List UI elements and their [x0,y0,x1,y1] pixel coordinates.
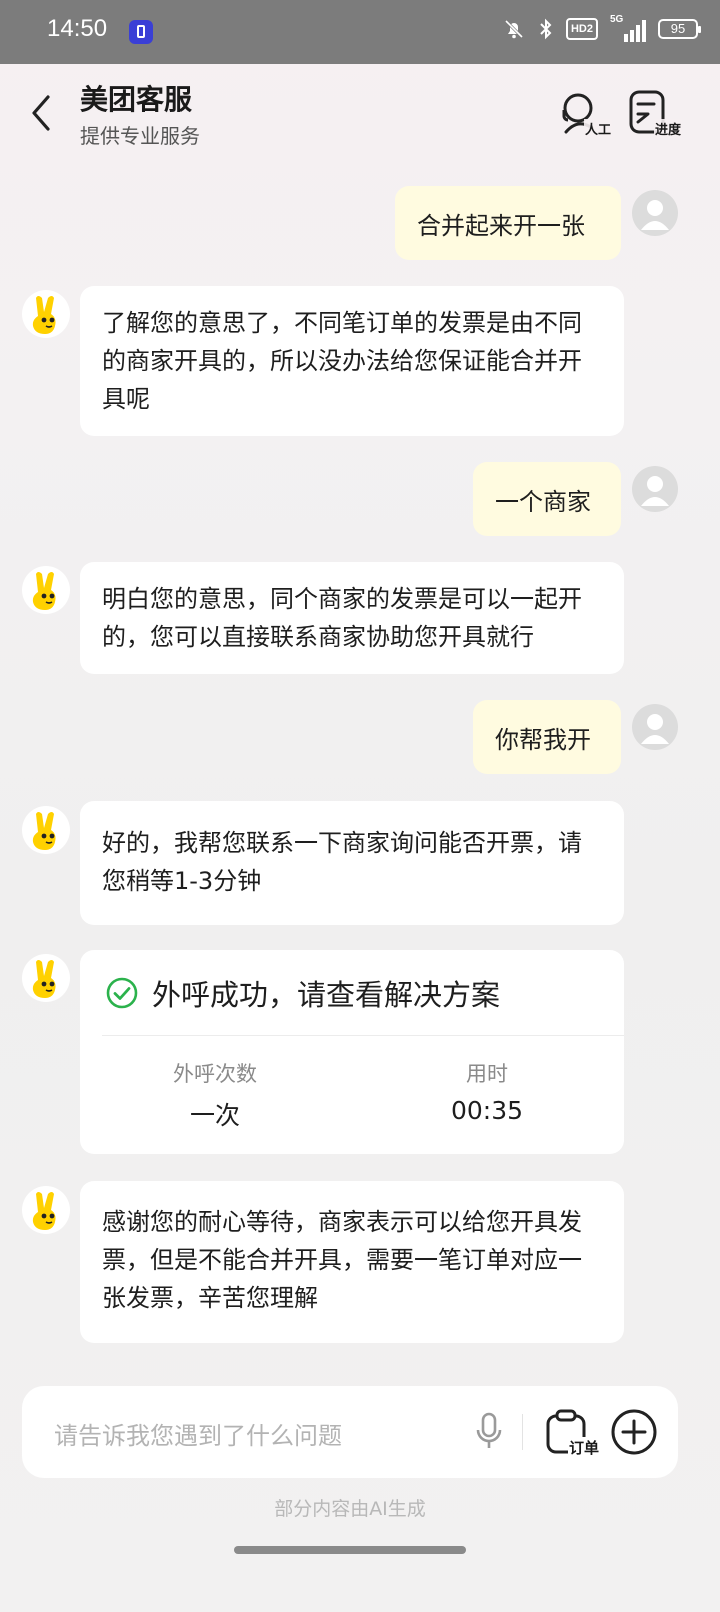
user-silhouette-icon [641,714,669,744]
duration-value: 00:35 [450,1096,524,1125]
human-agent-button[interactable]: 人工 [556,88,612,138]
kangaroo-mascot-icon [32,296,56,334]
bot-avatar [22,1186,70,1234]
check-circle-icon [106,977,138,1009]
card-header: 外呼成功，请查看解决方案 [106,972,500,1014]
status-time: 14:50 [47,15,108,42]
microphone-icon[interactable] [474,1410,504,1454]
order-button[interactable]: 订单 [544,1408,600,1458]
app-notification-icon [129,20,153,44]
status-icons: HD2 5G 95 [502,14,701,42]
call-count-value: 一次 [189,1101,240,1130]
message-text: 感谢您的耐心等待，商家表示可以给您开具发票，但是不能合并开具，需要一笔订单对应一… [102,1208,582,1312]
duration-label: 用时 [466,1062,508,1086]
user-message: 你帮我开 [473,700,621,774]
message-text: 一个商家 [495,487,591,516]
user-silhouette-icon [641,200,669,230]
call-result-card[interactable]: 外呼成功，请查看解决方案 外呼次数 一次 用时 00:35 [80,950,624,1154]
message-text: 你帮我开 [495,725,591,754]
bot-message: 明白您的意思，同个商家的发票是可以一起开的，您可以直接联系商家协助您开具就行 [80,562,624,674]
page-title: 美团客服 [80,83,193,116]
bot-avatar [22,806,70,854]
bot-message: 了解您的意思了，不同笔订单的发票是由不同的商家开具的，所以没办法给您保证能合并开… [80,286,624,436]
duration-stat: 用时 00:35 [377,1058,597,1125]
call-count-stat: 外呼次数 一次 [105,1058,325,1132]
hd-badge: HD2 [565,18,598,40]
bot-avatar [22,290,70,338]
battery-icon: 95 [658,19,701,39]
chat-input-bar: 请告诉我您遇到了什么问题 订单 [22,1386,678,1478]
network-type: 5G [610,14,624,25]
user-message: 合并起来开一张 [395,186,621,260]
plus-icon[interactable] [610,1408,658,1456]
message-text: 好的，我帮您联系一下商家询问能否开票，请您稍等1-3分钟 [102,829,582,895]
signal-icon: 5G [610,14,646,42]
message-text: 明白您的意思，同个商家的发票是可以一起开的，您可以直接联系商家协助您开具就行 [102,585,582,651]
page-subtitle: 提供专业服务 [80,124,200,148]
bot-avatar [22,954,70,1002]
user-avatar[interactable] [632,704,678,750]
ai-disclaimer: 部分内容由AI生成 [274,1498,426,1520]
card-title: 外呼成功，请查看解决方案 [152,978,501,1012]
user-avatar[interactable] [632,466,678,512]
human-agent-label: 人工 [583,119,612,138]
kangaroo-mascot-icon [32,1192,56,1230]
mute-bell-icon [504,19,524,39]
status-bar: 14:50 HD2 5G 95 [0,0,720,64]
kangaroo-mascot-icon [32,812,56,850]
progress-label: 进度 [653,119,682,138]
bot-message: 感谢您的耐心等待，商家表示可以给您开具发票，但是不能合并开具，需要一笔订单对应一… [80,1181,624,1343]
bot-avatar [22,566,70,614]
order-label: 订单 [567,1437,600,1458]
kangaroo-mascot-icon [32,572,56,610]
home-indicator[interactable] [234,1546,466,1554]
message-text: 合并起来开一张 [417,211,585,240]
progress-button[interactable]: 进度 [626,88,682,138]
user-message: 一个商家 [473,462,621,536]
user-avatar[interactable] [632,190,678,236]
bot-message: 好的，我帮您联系一下商家询问能否开票，请您稍等1-3分钟 [80,801,624,925]
user-silhouette-icon [641,476,669,506]
kangaroo-mascot-icon [32,960,56,998]
message-input[interactable]: 请告诉我您遇到了什么问题 [54,1416,342,1451]
bluetooth-icon [540,18,552,40]
back-button[interactable] [26,93,62,133]
card-divider [102,1035,624,1036]
input-divider [522,1414,523,1450]
call-count-label: 外呼次数 [173,1062,257,1086]
message-text: 了解您的意思了，不同笔订单的发票是由不同的商家开具的，所以没办法给您保证能合并开… [102,309,582,413]
